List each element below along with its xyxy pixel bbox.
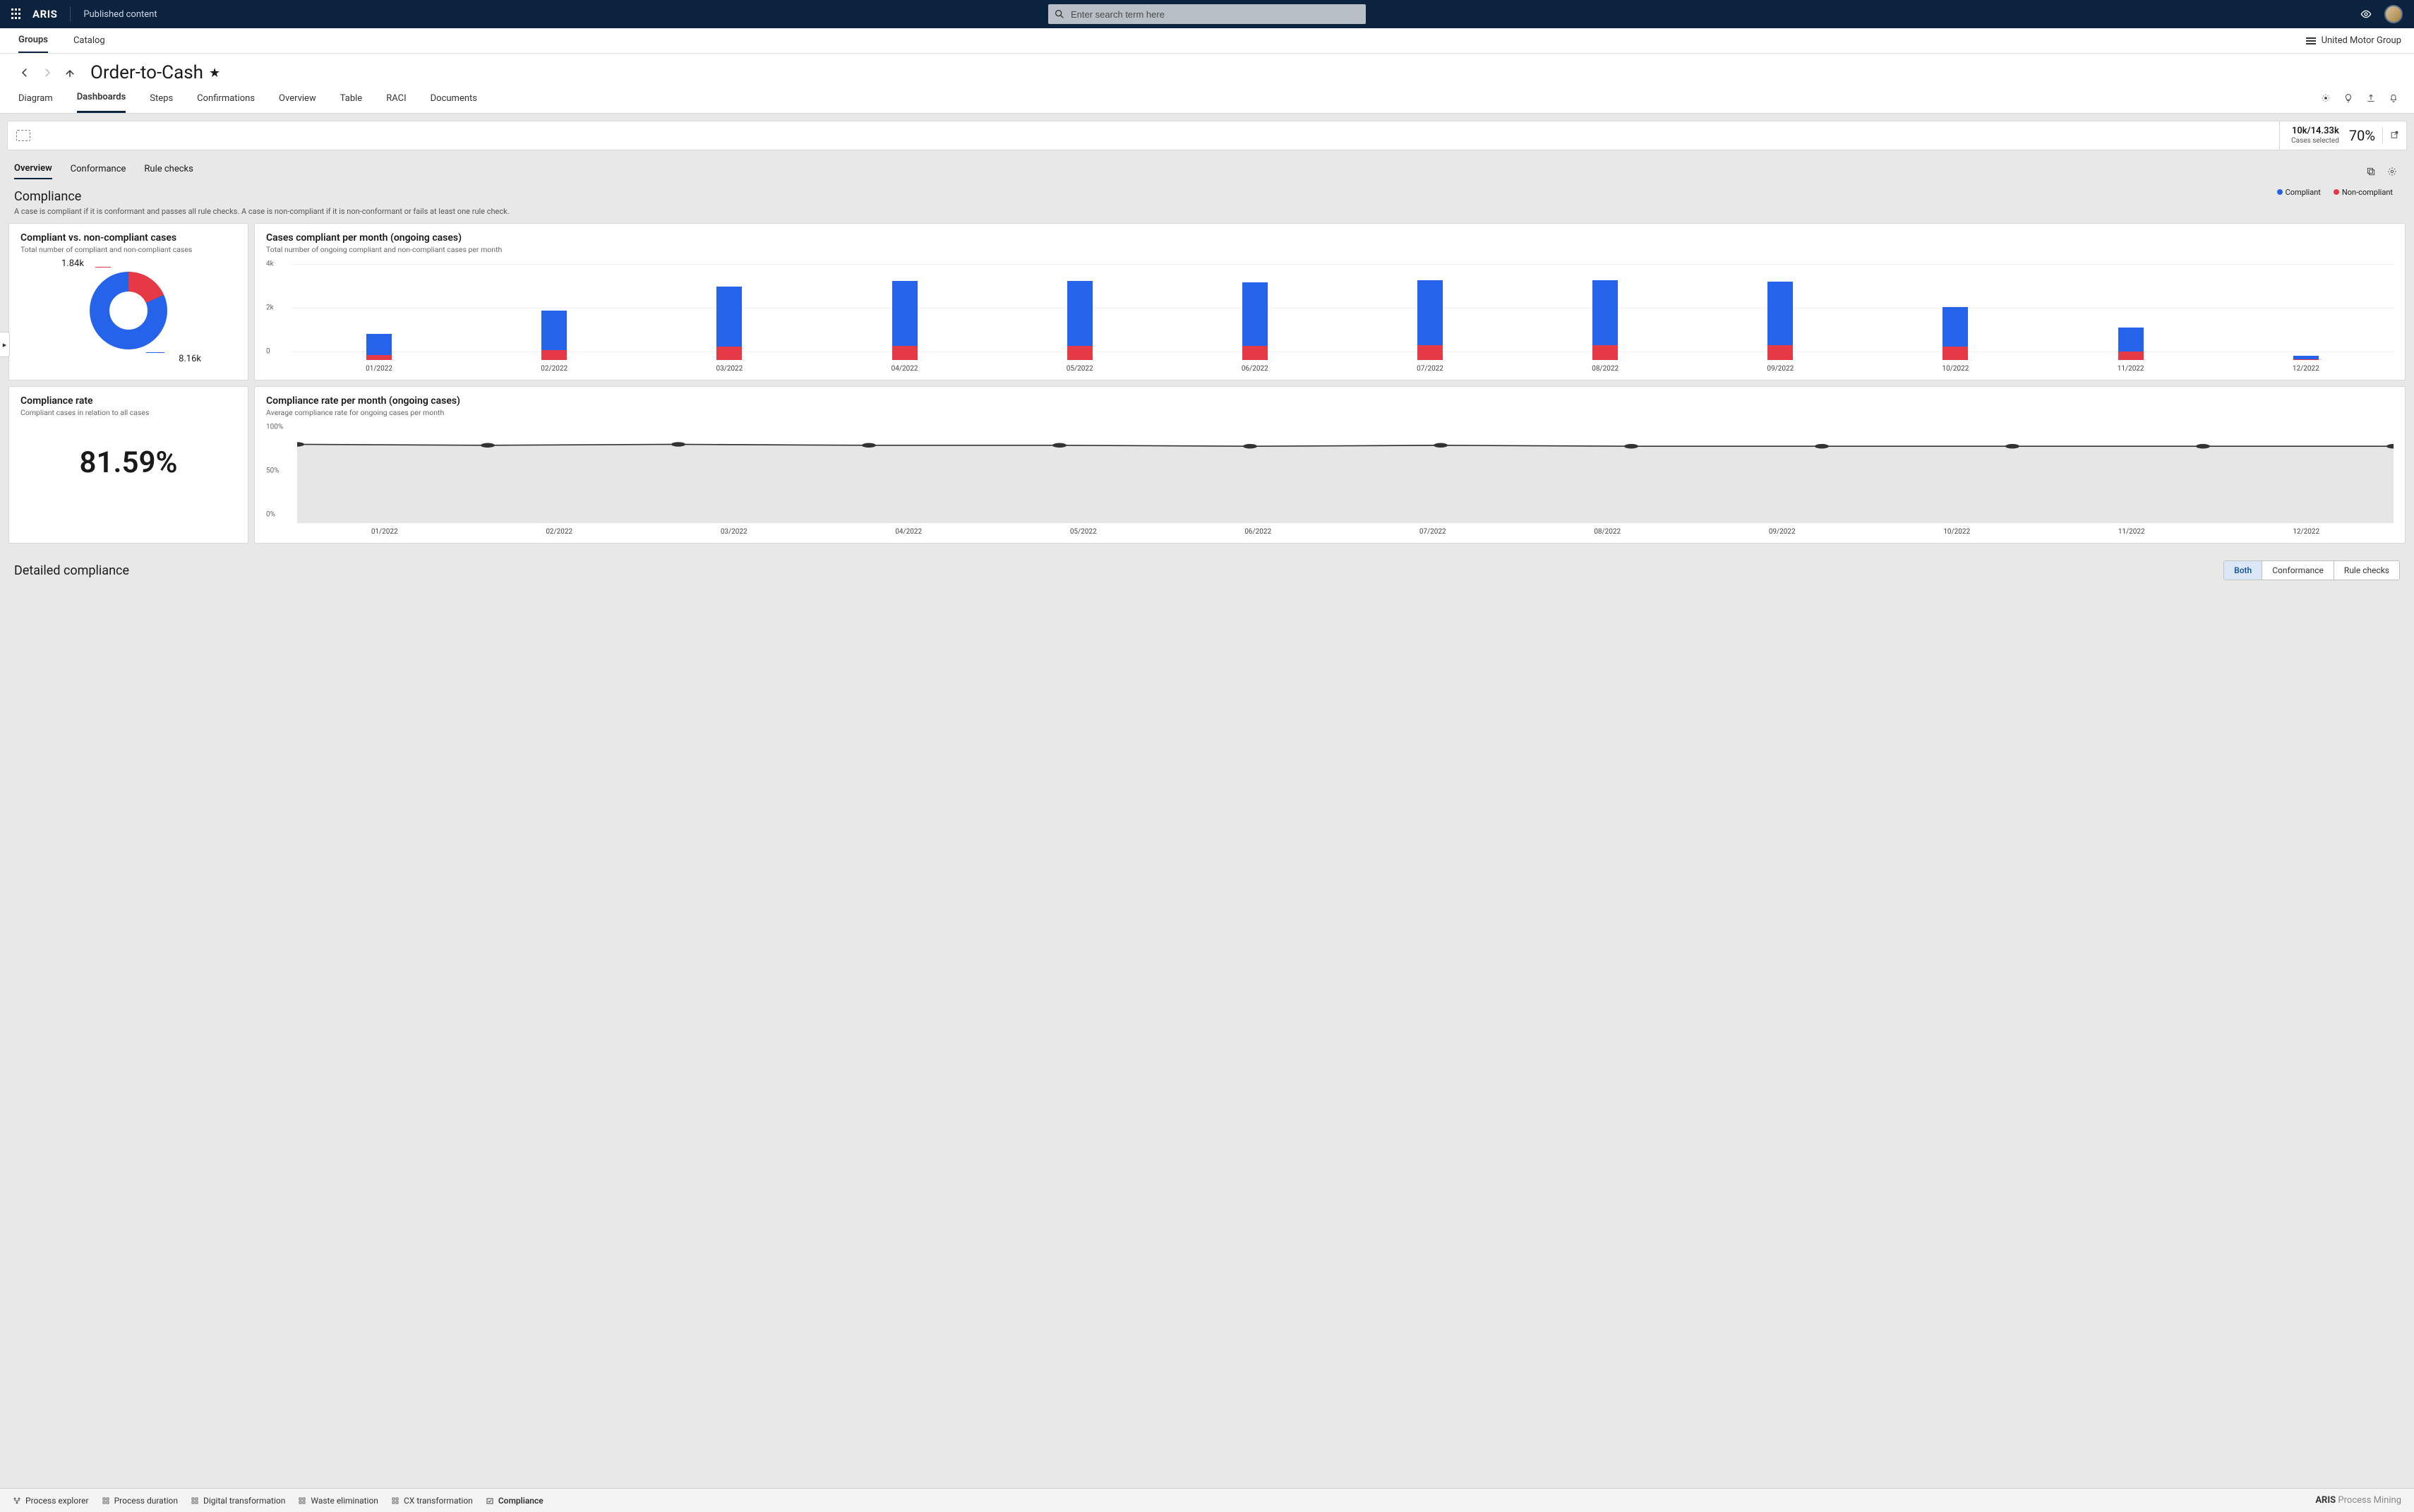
cases-percent: 70% (2349, 127, 2375, 144)
tab-diagram[interactable]: Diagram (18, 85, 53, 112)
app-launcher-icon[interactable] (11, 8, 23, 20)
dashboard-inner-tabs: Overview Conformance Rule checks (7, 160, 2407, 185)
bottom-tab-bar: Process explorer Process duration Digita… (0, 1488, 2414, 1512)
innertab-conformance[interactable]: Conformance (71, 164, 126, 179)
footer-product-name: ARIS Process Mining (2315, 1495, 2401, 1506)
cards-grid: Compliant vs. non-compliant cases Total … (7, 223, 2407, 544)
org-icon (2306, 37, 2316, 44)
highlight-icon[interactable] (2321, 93, 2331, 103)
breadcrumb-nav: Order-to-Cash ★ (18, 62, 2396, 83)
innertab-rulechecks[interactable]: Rule checks (144, 164, 193, 179)
segment-conformance[interactable]: Conformance (2262, 561, 2334, 580)
segment-rulechecks[interactable]: Rule checks (2334, 561, 2399, 580)
card-title: Cases compliant per month (ongoing cases… (266, 232, 2394, 244)
page-title: Order-to-Cash ★ (90, 62, 220, 83)
bottom-cx-transformation[interactable]: CX transformation (391, 1496, 473, 1506)
section-title: Compliance (14, 189, 2400, 204)
card-cases-per-month: Cases compliant per month (ongoing cases… (254, 223, 2406, 380)
card-compliant-vs-noncompliant: Compliant vs. non-compliant cases Total … (8, 223, 248, 380)
settings-gear-icon[interactable] (2387, 167, 2397, 176)
card-title: Compliance rate (20, 395, 236, 407)
entity-toolbar (2321, 93, 2398, 103)
nav-up-icon[interactable] (64, 66, 76, 79)
card-title: Compliant vs. non-compliant cases (20, 232, 236, 244)
tab-documents[interactable]: Documents (431, 85, 477, 112)
cases-selected-block: 10k/14.33k Cases selected 70% (2279, 121, 2375, 150)
nav-forward-icon[interactable] (41, 66, 54, 79)
tab-steps[interactable]: Steps (150, 85, 173, 112)
innertab-overview[interactable]: Overview (14, 163, 52, 179)
bottom-digital-transformation[interactable]: Digital transformation (191, 1496, 285, 1506)
bar-chart: 02k4k01/202202/202203/202204/202205/2022… (266, 260, 2394, 373)
detailed-compliance-row: Detailed compliance Both Conformance Rul… (7, 544, 2407, 584)
bottom-process-explorer[interactable]: Process explorer (13, 1496, 89, 1506)
legend-compliant: Compliant (2277, 188, 2321, 197)
title-row: Order-to-Cash ★ (0, 54, 2414, 83)
card-title: Compliance rate per month (ongoing cases… (266, 395, 2394, 407)
cases-label: Cases selected (2291, 137, 2339, 145)
nav-back-icon[interactable] (18, 66, 31, 79)
brand-logo: ARIS (32, 8, 57, 20)
content-mode-label: Published content (83, 9, 157, 20)
visibility-eye-icon[interactable] (2360, 8, 2372, 20)
favorite-star-icon[interactable]: ★ (209, 66, 220, 80)
org-selector[interactable]: United Motor Group (2306, 35, 2401, 46)
topbar: ARIS Published content (0, 0, 2414, 28)
segment-both[interactable]: Both (2224, 561, 2262, 580)
filter-bar: 10k/14.33k Cases selected 70% (7, 121, 2407, 150)
copy-icon[interactable] (2366, 167, 2376, 176)
tab-overview[interactable]: Overview (279, 85, 316, 112)
card-subtitle: Total number of ongoing compliant and no… (266, 245, 2394, 254)
card-subtitle: Compliant cases in relation to all cases (20, 408, 236, 417)
card-subtitle: Average compliance rate for ongoing case… (266, 408, 2394, 417)
topbar-right (2360, 5, 2403, 23)
search-container (1048, 4, 1366, 24)
cases-count: 10k/14.33k (2291, 126, 2339, 137)
tab-confirmations[interactable]: Confirmations (197, 85, 255, 112)
divider (70, 6, 71, 22)
compliance-header: Compliance A case is compliant if it is … (7, 185, 2407, 223)
donut-label-noncompliant: 1.84k (61, 258, 84, 269)
selection-box-icon[interactable] (16, 130, 30, 141)
upload-icon[interactable] (2366, 93, 2376, 103)
line-chart: 0%50%100%01/202202/202203/202204/202205/… (266, 423, 2394, 536)
bell-icon[interactable] (2389, 93, 2398, 103)
tab-raci[interactable]: RACI (386, 85, 406, 112)
legend: Compliant Non-compliant (2277, 188, 2393, 197)
section-subtitle: A case is compliant if it is conformant … (14, 207, 2400, 216)
page-title-text: Order-to-Cash (90, 62, 203, 83)
nav-catalog[interactable]: Catalog (73, 29, 105, 52)
compliance-rate-value: 81.59% (20, 417, 236, 508)
donut-label-compliant: 8.16k (179, 354, 201, 364)
side-panel-expand[interactable]: ▸ (0, 332, 10, 357)
search-icon (1054, 8, 1065, 20)
export-icon[interactable] (2382, 127, 2399, 144)
org-name: United Motor Group (2322, 35, 2401, 46)
donut-graphic (90, 272, 167, 349)
bottom-process-duration[interactable]: Process duration (102, 1496, 178, 1506)
card-compliance-rate-per-month: Compliance rate per month (ongoing cases… (254, 386, 2406, 544)
entity-tabs: Diagram Dashboards Steps Confirmations O… (0, 83, 2414, 114)
donut-chart: 1.84k 8.16k (20, 254, 236, 367)
card-compliance-rate: Compliance rate Compliant cases in relat… (8, 386, 248, 544)
detailed-title: Detailed compliance (14, 563, 129, 578)
idea-bulb-icon[interactable] (2343, 93, 2353, 103)
card-subtitle: Total number of compliant and non-compli… (20, 245, 236, 254)
user-avatar[interactable] (2384, 5, 2403, 23)
legend-noncompliant: Non-compliant (2334, 188, 2393, 197)
dashboard-content: 10k/14.33k Cases selected 70% Overview C… (0, 114, 2414, 584)
segment-group: Both Conformance Rule checks (2223, 560, 2400, 580)
primary-nav: Groups Catalog United Motor Group (0, 28, 2414, 54)
tab-table[interactable]: Table (340, 85, 362, 112)
nav-groups[interactable]: Groups (18, 28, 48, 53)
search-input[interactable] (1048, 4, 1366, 24)
bottom-compliance[interactable]: Compliance (486, 1496, 544, 1506)
bottom-waste-elimination[interactable]: Waste elimination (298, 1496, 378, 1506)
tab-dashboards[interactable]: Dashboards (77, 83, 126, 113)
